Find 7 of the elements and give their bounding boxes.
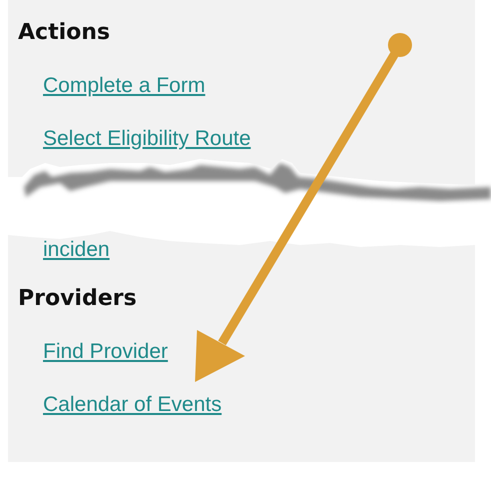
section-heading: Providers xyxy=(18,285,137,313)
action-link[interactable]: Complete a Form xyxy=(43,71,206,101)
provider-link[interactable]: Calendar of Events xyxy=(43,390,222,420)
provider-link[interactable]: Find Provider xyxy=(43,337,168,367)
cut-off-link[interactable]: inciden xyxy=(43,235,110,265)
section-heading: Actions xyxy=(18,19,110,47)
action-link[interactable]: Select Eligibility Route xyxy=(43,124,251,154)
